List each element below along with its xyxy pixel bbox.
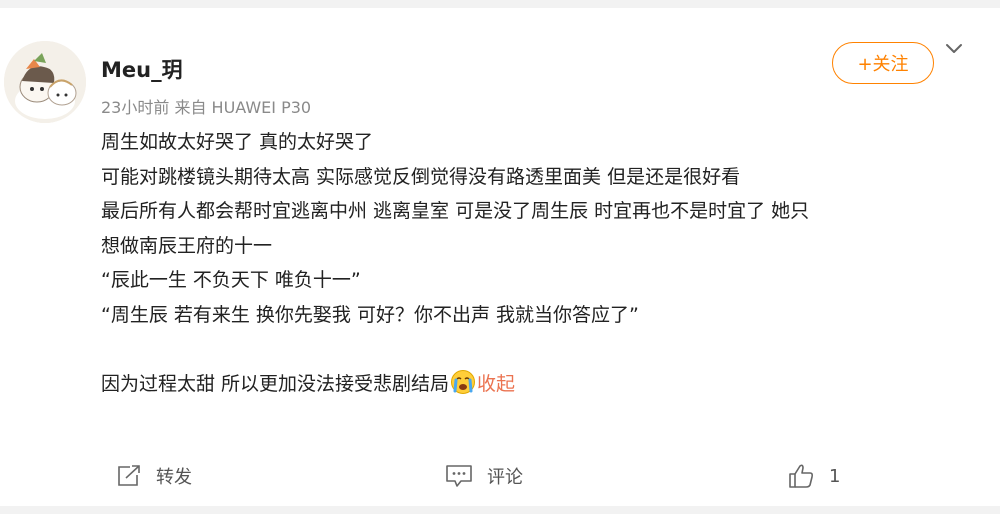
repost-label: 转发 xyxy=(156,467,192,488)
like-button[interactable]: 1 xyxy=(787,457,840,495)
content-line: 可能对跳楼镜头期待太高 实际感觉反倒觉得没有路透里面美 但是还是很好看 xyxy=(101,165,741,188)
post-card: Meu_玥 23小时前 来自 HUAWEI P30 +关注 周生如故太好哭了 真… xyxy=(0,8,1000,506)
comment-button[interactable]: 评论 xyxy=(445,457,523,495)
content-line: “周生辰 若有来生 换你先娶我 可好？你不出声 我就当你答应了” xyxy=(101,303,639,326)
username[interactable]: Meu_玥 xyxy=(101,54,183,84)
content-line: 想做南辰王府的十一 xyxy=(101,234,273,257)
follow-button[interactable]: +关注 xyxy=(832,42,934,84)
avatar[interactable] xyxy=(4,41,86,123)
post-content: 周生如故太好哭了 真的太好哭了 可能对跳楼镜头期待太高 实际感觉反倒觉得没有路透… xyxy=(101,125,971,402)
crying-face-emoji-icon xyxy=(451,370,476,395)
bottom-divider xyxy=(0,506,1000,514)
post-meta: 23小时前 来自 HUAWEI P30 xyxy=(101,98,312,117)
avatar-illustration xyxy=(4,41,86,123)
action-bar: 转发 评论 1 xyxy=(0,457,1000,495)
chevron-down-icon[interactable] xyxy=(944,38,964,58)
repost-button[interactable]: 转发 xyxy=(116,457,192,495)
content-line-last: 因为过程太甜 所以更加没法接受悲剧结局 收起 xyxy=(101,367,971,402)
content-line: 周生如故太好哭了 真的太好哭了 xyxy=(101,131,374,153)
content-line: “辰此一生 不负天下 唯负十一” xyxy=(101,269,361,292)
collapse-link[interactable]: 收起 xyxy=(477,373,515,395)
comment-icon xyxy=(446,465,472,487)
thumbs-up-icon xyxy=(789,464,814,488)
repost-icon xyxy=(118,465,140,486)
comment-label: 评论 xyxy=(487,467,523,488)
content-line: 最后所有人都会帮时宜逃离中州 逃离皇室 可是没了周生辰 时宜再也不是时宜了 她只 xyxy=(101,200,810,223)
content-last-text: 因为过程太甜 所以更加没法接受悲剧结局 xyxy=(101,373,450,396)
like-count: 1 xyxy=(829,465,841,487)
